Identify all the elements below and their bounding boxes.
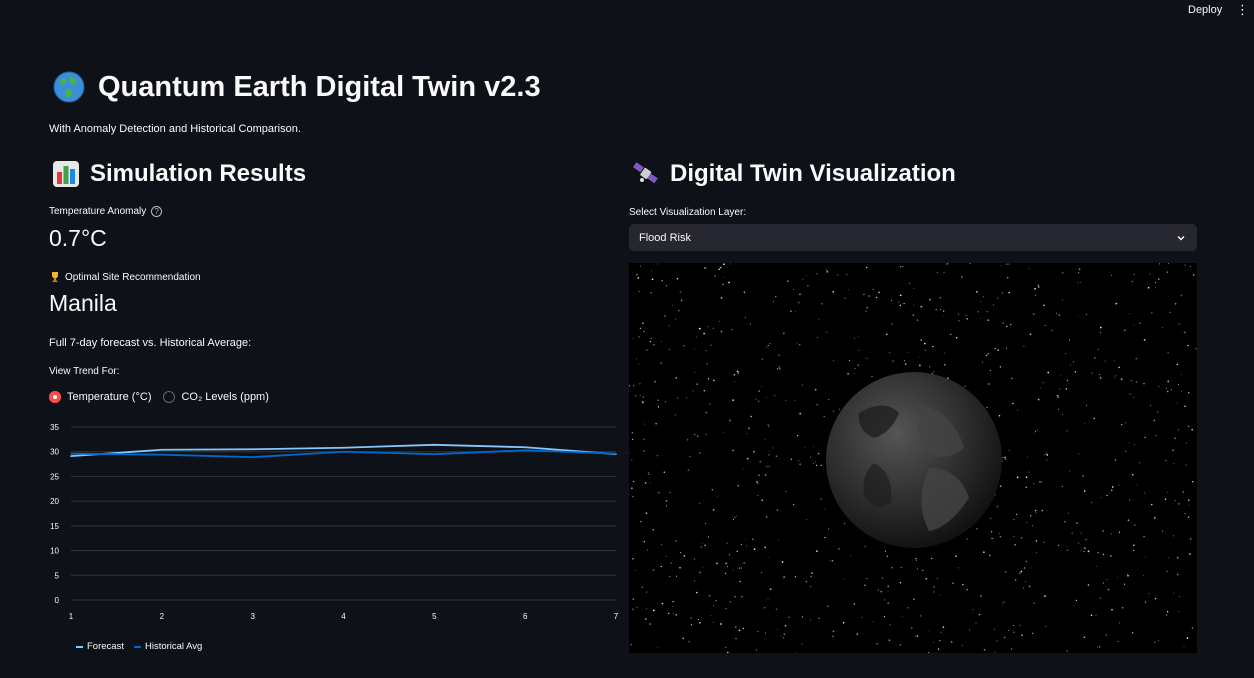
legend-swatch-forecast: [76, 645, 83, 648]
legend-label-forecast: Forecast: [87, 641, 124, 652]
x-tick-label: 2: [160, 612, 165, 621]
data-point[interactable]: [615, 452, 617, 455]
y-tick-label: 10: [50, 547, 59, 556]
data-point[interactable]: [161, 448, 163, 451]
y-tick-label: 15: [50, 522, 59, 531]
optimal-site-label: Optimal Site Recommendation: [49, 271, 201, 283]
deploy-button[interactable]: Deploy: [1188, 4, 1222, 16]
data-point[interactable]: [70, 452, 72, 455]
radio-temperature-label[interactable]: Temperature (°C): [67, 391, 151, 403]
forecast-caption: Full 7-day forecast vs. Historical Avera…: [49, 337, 252, 349]
starfield: [629, 263, 1197, 653]
kebab-menu-icon[interactable]: ⋮: [1236, 3, 1249, 17]
digital-twin-viewport[interactable]: [629, 263, 1197, 653]
digital-twin-title: Digital Twin Visualization: [670, 160, 956, 187]
data-point[interactable]: [342, 446, 345, 449]
temperature-anomaly-value: 0.7°C: [49, 225, 107, 251]
x-tick-label: 3: [250, 612, 255, 621]
legend-item-historical[interactable]: Historical Avg: [133, 641, 203, 652]
trophy-icon: [52, 272, 58, 283]
legend-item-forecast[interactable]: Forecast: [76, 641, 124, 652]
satellite-icon: [633, 162, 658, 184]
optimal-site-value: Manila: [49, 290, 117, 316]
page-title-row: Quantum Earth Digital Twin v2.3: [52, 70, 541, 104]
data-point[interactable]: [342, 450, 345, 453]
top-bar: Deploy ⋮: [0, 0, 1254, 22]
x-tick-label: 4: [341, 612, 346, 621]
temperature-anomaly-label-text: Temperature Anomaly: [49, 206, 147, 217]
help-icon[interactable]: ?: [151, 206, 163, 217]
data-point[interactable]: [433, 453, 436, 455]
data-point[interactable]: [524, 449, 526, 452]
simulation-results-heading: Simulation Results: [52, 160, 306, 188]
y-tick-label: 25: [50, 472, 59, 481]
y-tick-label: 20: [50, 497, 59, 506]
radio-co2[interactable]: [163, 391, 176, 403]
y-tick-label: 30: [50, 448, 59, 457]
radio-co2-label[interactable]: CO₂ Levels (ppm): [181, 391, 268, 403]
data-point[interactable]: [70, 455, 72, 457]
layer-select[interactable]: Flood Risk: [629, 224, 1197, 251]
y-tick-label: 35: [50, 423, 59, 432]
x-tick-label: 5: [432, 612, 437, 621]
legend-swatch-historical: [133, 645, 141, 648]
page-subtitle: With Anomaly Detection and Historical Co…: [49, 123, 301, 135]
optimal-site-label-text: Optimal Site Recommendation: [65, 271, 201, 283]
x-tick-label: 1: [69, 612, 74, 621]
x-tick-label: 6: [523, 612, 528, 621]
temperature-anomaly-label: Temperature Anomaly ?: [49, 206, 163, 217]
data-point[interactable]: [161, 453, 163, 456]
chart-legend: Forecast Historical Avg: [76, 641, 212, 652]
simulation-results-title: Simulation Results: [90, 160, 307, 187]
data-point[interactable]: [433, 443, 436, 446]
trend-label: View Trend For:: [49, 366, 120, 377]
page-title: Quantum Earth Digital Twin v2.3: [98, 70, 541, 103]
x-tick-label: 7: [614, 612, 619, 621]
y-tick-label: 5: [55, 571, 60, 580]
layer-select-value: Flood Risk: [639, 231, 691, 244]
forecast-line-chart: 0 5 10 15 20 25 30 35 1 2 3 4 5 6 7: [50, 423, 619, 621]
digital-twin-heading: Digital Twin Visualization: [632, 160, 956, 188]
y-tick-label: 0: [55, 596, 60, 605]
radio-temperature[interactable]: [49, 391, 61, 403]
globe-icon: [53, 71, 85, 103]
layer-select-label: Select Visualization Layer:: [629, 207, 747, 218]
data-point[interactable]: [251, 448, 254, 451]
data-point[interactable]: [251, 456, 254, 458]
legend-label-historical: Historical Avg: [144, 641, 203, 652]
earth-globe[interactable]: [826, 372, 1002, 548]
bar-chart-icon: [53, 161, 79, 187]
trend-radio-group: Temperature (°C) CO₂ Levels (ppm): [49, 391, 281, 403]
chevron-down-icon: [1177, 235, 1185, 240]
data-point[interactable]: [524, 446, 526, 449]
